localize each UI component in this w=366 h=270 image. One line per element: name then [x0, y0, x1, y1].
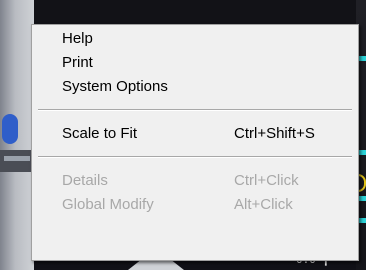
background-blue-control: [2, 114, 18, 144]
menu-item-system-options[interactable]: System Options: [32, 75, 358, 99]
menu-item-shortcut: Ctrl+Shift+S: [234, 125, 315, 142]
menu-item-label: System Options: [62, 78, 168, 95]
background-dark-strip: [0, 150, 34, 172]
menu-item-label: Global Modify: [62, 196, 154, 213]
menu-item-global-modify: Global Modify Alt+Click: [32, 193, 358, 217]
menu-item-print[interactable]: Print: [32, 51, 358, 75]
menu-separator: [38, 156, 352, 158]
background-left-panel: [0, 0, 34, 270]
menu-item-label: Scale to Fit: [62, 125, 138, 142]
menu-item-help[interactable]: Help: [32, 27, 358, 51]
context-menu: Help Print System Options Scale to Fit C…: [31, 24, 359, 261]
menu-separator: [38, 109, 352, 111]
background-yellow-marker: [358, 174, 366, 192]
menu-item-details: Details Ctrl+Click: [32, 169, 358, 193]
menu-item-label: Print: [62, 54, 93, 71]
menu-item-scale-to-fit[interactable]: Scale to Fit Ctrl+Shift+S: [32, 122, 358, 146]
menu-item-shortcut: Alt+Click: [234, 196, 293, 213]
menu-item-label: Help: [62, 30, 93, 47]
menu-item-shortcut: Ctrl+Click: [234, 172, 299, 189]
background-text-fragment: [4, 156, 30, 161]
background-toolbar: [30, 0, 366, 27]
menu-item-label: Details: [62, 172, 108, 189]
